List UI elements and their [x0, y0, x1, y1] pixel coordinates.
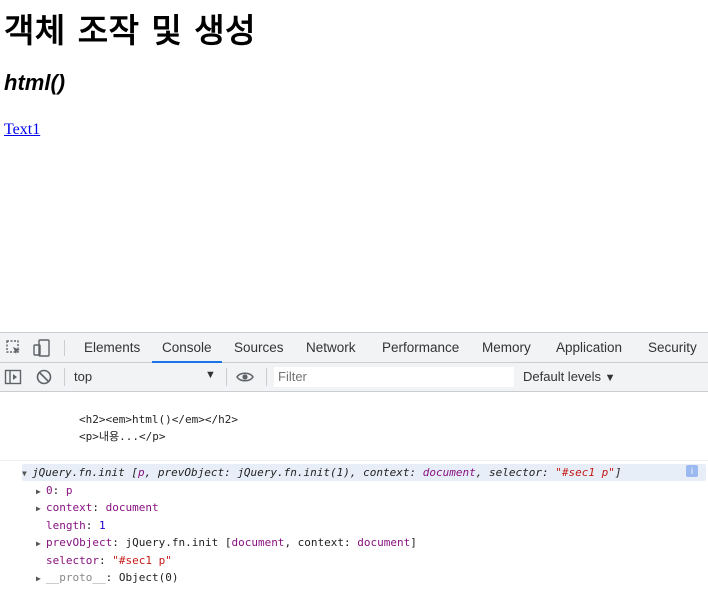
- devtools-panel: Elements Console Sources Network Perform…: [0, 332, 708, 591]
- filter-input[interactable]: Filter: [274, 367, 514, 387]
- sidebar-toggle-icon[interactable]: [4, 368, 22, 386]
- log-line: <h2><em>html()</em></h2>: [79, 413, 238, 426]
- info-icon[interactable]: i: [686, 465, 698, 477]
- chevron-down-icon[interactable]: ▼: [205, 369, 216, 381]
- collapsed-triangle-icon[interactable]: ▶: [36, 571, 46, 587]
- page-title: 객체 조작 및 생성: [4, 11, 256, 50]
- collapsed-triangle-icon[interactable]: ▶: [36, 484, 46, 500]
- property-row[interactable]: ▶ 0: p: [36, 483, 73, 500]
- log-levels-dropdown[interactable]: Default levels ▼: [523, 369, 616, 384]
- collapsed-triangle-icon[interactable]: ▶: [36, 536, 46, 552]
- tab-application[interactable]: Application: [556, 333, 622, 362]
- console-output: <h2><em>html()</em></h2> <p>내용...</p> ▼ j…: [0, 392, 708, 591]
- text1-link[interactable]: Text1: [4, 121, 40, 139]
- property-row[interactable]: ▶ __proto__: Object(0): [36, 570, 178, 587]
- clear-console-icon[interactable]: [35, 368, 53, 386]
- toolbar-divider: [226, 368, 227, 386]
- log-line: <p>내용...</p>: [79, 430, 166, 443]
- inspect-element-icon[interactable]: [5, 339, 23, 357]
- console-toolbar: top ▼ Filter Default levels ▼: [0, 363, 708, 392]
- property-row[interactable]: ▶ prevObject: jQuery.fn.init [document, c…: [36, 535, 417, 552]
- property-row[interactable]: ▶ context: document: [36, 500, 159, 517]
- toolbar-divider: [64, 340, 65, 356]
- tab-network[interactable]: Network: [306, 333, 356, 362]
- tab-elements[interactable]: Elements: [84, 333, 140, 362]
- tab-console[interactable]: Console: [152, 333, 221, 363]
- expanded-triangle-icon[interactable]: ▼: [22, 466, 32, 482]
- tab-memory[interactable]: Memory: [482, 333, 531, 362]
- console-message: <h2><em>html()</em></h2> <p>내용...</p>: [0, 392, 708, 461]
- context-selector[interactable]: top: [74, 369, 92, 384]
- property-row: length: 1: [46, 519, 106, 532]
- object-summary[interactable]: ▼ jQuery.fn.init [p, prevObject: jQuery.f…: [22, 465, 621, 482]
- page-content: 객체 조작 및 생성 html() Text1: [0, 0, 708, 332]
- tab-performance[interactable]: Performance: [382, 333, 459, 362]
- tab-security[interactable]: Security: [648, 333, 697, 362]
- section-heading: html(): [4, 70, 66, 95]
- device-toolbar-icon[interactable]: [33, 339, 51, 357]
- eye-icon[interactable]: [236, 368, 254, 386]
- devtools-tabbar: Elements Console Sources Network Perform…: [0, 333, 708, 363]
- toolbar-divider: [266, 368, 267, 386]
- console-object-message: ▼ jQuery.fn.init [p, prevObject: jQuery.f…: [0, 461, 708, 591]
- tab-sources[interactable]: Sources: [234, 333, 284, 362]
- chevron-down-icon: ▼: [604, 372, 616, 384]
- toolbar-divider: [64, 368, 65, 386]
- collapsed-triangle-icon[interactable]: ▶: [36, 501, 46, 517]
- property-row: selector: "#sec1 p": [46, 554, 172, 567]
